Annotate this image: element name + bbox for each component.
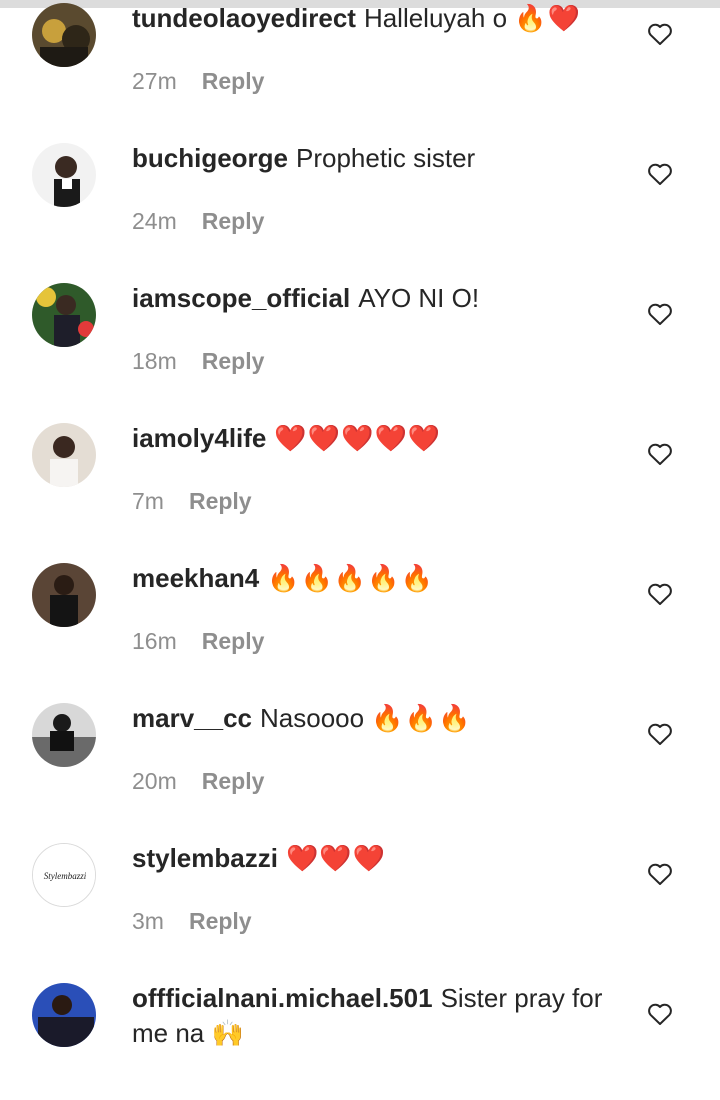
avatar[interactable] xyxy=(32,703,96,767)
comment-meta: 24m Reply xyxy=(132,208,264,235)
comment-timestamp: 3m xyxy=(132,908,164,934)
heart-icon[interactable] xyxy=(647,302,673,326)
comment-meta: 16m Reply xyxy=(132,628,264,655)
heart-icon[interactable] xyxy=(647,442,673,466)
comment-meta: 20m Reply xyxy=(132,768,264,795)
comment-body: Nasoooo xyxy=(260,703,365,733)
avatar[interactable] xyxy=(32,563,96,627)
reply-button[interactable]: Reply xyxy=(202,768,265,795)
comment-meta: 27m Reply xyxy=(132,68,264,95)
comment-username[interactable]: marv__cc xyxy=(132,703,252,733)
reply-button[interactable]: Reply xyxy=(189,908,252,935)
comment-timestamp: 24m xyxy=(132,208,177,234)
heart-icon[interactable] xyxy=(647,162,673,186)
comment-item: buchigeorge Prophetic sister 24m Reply xyxy=(0,120,720,260)
comment-meta: 3m Reply xyxy=(132,908,252,935)
comment-text: stylembazzi ❤️❤️❤️ xyxy=(132,841,622,876)
comment-username[interactable]: tundeolaoyedirect xyxy=(132,3,356,33)
comment-meta: 7m Reply xyxy=(132,488,252,515)
comment-item: Stylembazzi stylembazzi ❤️❤️❤️ 3m Reply xyxy=(0,820,720,960)
comment-emoji: 🙌 xyxy=(211,1018,245,1048)
comment-username[interactable]: iamscope_official xyxy=(132,283,350,313)
comment-username[interactable]: meekhan4 xyxy=(132,563,259,593)
reply-button[interactable]: Reply xyxy=(189,488,252,515)
comment-timestamp: 20m xyxy=(132,768,177,794)
comment-timestamp: 27m xyxy=(132,68,177,94)
comment-emoji: 🔥❤️ xyxy=(514,3,582,33)
comment-text: iamoly4life ❤️❤️❤️❤️❤️ xyxy=(132,421,622,456)
comment-username[interactable]: iamoly4life xyxy=(132,423,266,453)
comment-item: iamscope_official AYO NI O! 18m Reply xyxy=(0,260,720,400)
avatar[interactable] xyxy=(32,983,96,1047)
heart-icon[interactable] xyxy=(647,722,673,746)
comment-meta: 18m Reply xyxy=(132,348,264,375)
reply-button[interactable]: Reply xyxy=(202,628,265,655)
comment-item: meekhan4 🔥🔥🔥🔥🔥 16m Reply xyxy=(0,540,720,680)
avatar[interactable]: Stylembazzi xyxy=(32,843,96,907)
avatar[interactable] xyxy=(32,423,96,487)
comment-username[interactable]: stylembazzi xyxy=(132,843,278,873)
comment-emoji: ❤️❤️❤️❤️❤️ xyxy=(274,423,442,453)
comment-item: tundeolaoyedirect Halleluyah o 🔥❤️ 27m Rep… xyxy=(0,0,720,120)
comment-timestamp: 7m xyxy=(132,488,164,514)
comment-emoji: ❤️❤️❤️ xyxy=(285,843,387,873)
heart-icon[interactable] xyxy=(647,1002,673,1026)
reply-button[interactable]: Reply xyxy=(202,68,265,95)
comment-username[interactable]: buchigeorge xyxy=(132,143,288,173)
comment-emoji: 🔥🔥🔥🔥🔥 xyxy=(267,563,435,593)
heart-icon[interactable] xyxy=(647,582,673,606)
heart-icon[interactable] xyxy=(647,862,673,886)
avatar[interactable] xyxy=(32,3,96,67)
comment-item: iamoly4life ❤️❤️❤️❤️❤️ 7m Reply xyxy=(0,400,720,540)
comment-text: buchigeorge Prophetic sister xyxy=(132,141,622,176)
reply-button[interactable]: Reply xyxy=(202,348,265,375)
comment-timestamp: 16m xyxy=(132,628,177,654)
heart-icon[interactable] xyxy=(647,22,673,46)
comment-username[interactable]: offficialnani.michael.501 xyxy=(132,983,433,1013)
comment-item: marv__cc Nasoooo 🔥🔥🔥 20m Reply xyxy=(0,680,720,820)
comment-text: iamscope_official AYO NI O! xyxy=(132,281,622,316)
comment-emoji: 🔥🔥🔥 xyxy=(371,703,472,733)
comment-text: meekhan4 🔥🔥🔥🔥🔥 xyxy=(132,561,622,596)
comment-body: Prophetic sister xyxy=(296,143,476,173)
comment-text: tundeolaoyedirect Halleluyah o 🔥❤️ xyxy=(132,1,622,36)
comment-text: offficialnani.michael.501 Sister pray for… xyxy=(132,981,622,1051)
comment-text: marv__cc Nasoooo 🔥🔥🔥 xyxy=(132,701,622,736)
comment-body: Halleluyah o xyxy=(363,3,508,33)
reply-button[interactable]: Reply xyxy=(202,208,265,235)
avatar[interactable] xyxy=(32,283,96,347)
avatar[interactable] xyxy=(32,143,96,207)
avatar-brand-text: Stylembazzi xyxy=(44,871,87,881)
comment-body: AYO NI O! xyxy=(358,283,480,313)
comment-item: offficialnani.michael.501 Sister pray for… xyxy=(0,960,720,1100)
comment-timestamp: 18m xyxy=(132,348,177,374)
